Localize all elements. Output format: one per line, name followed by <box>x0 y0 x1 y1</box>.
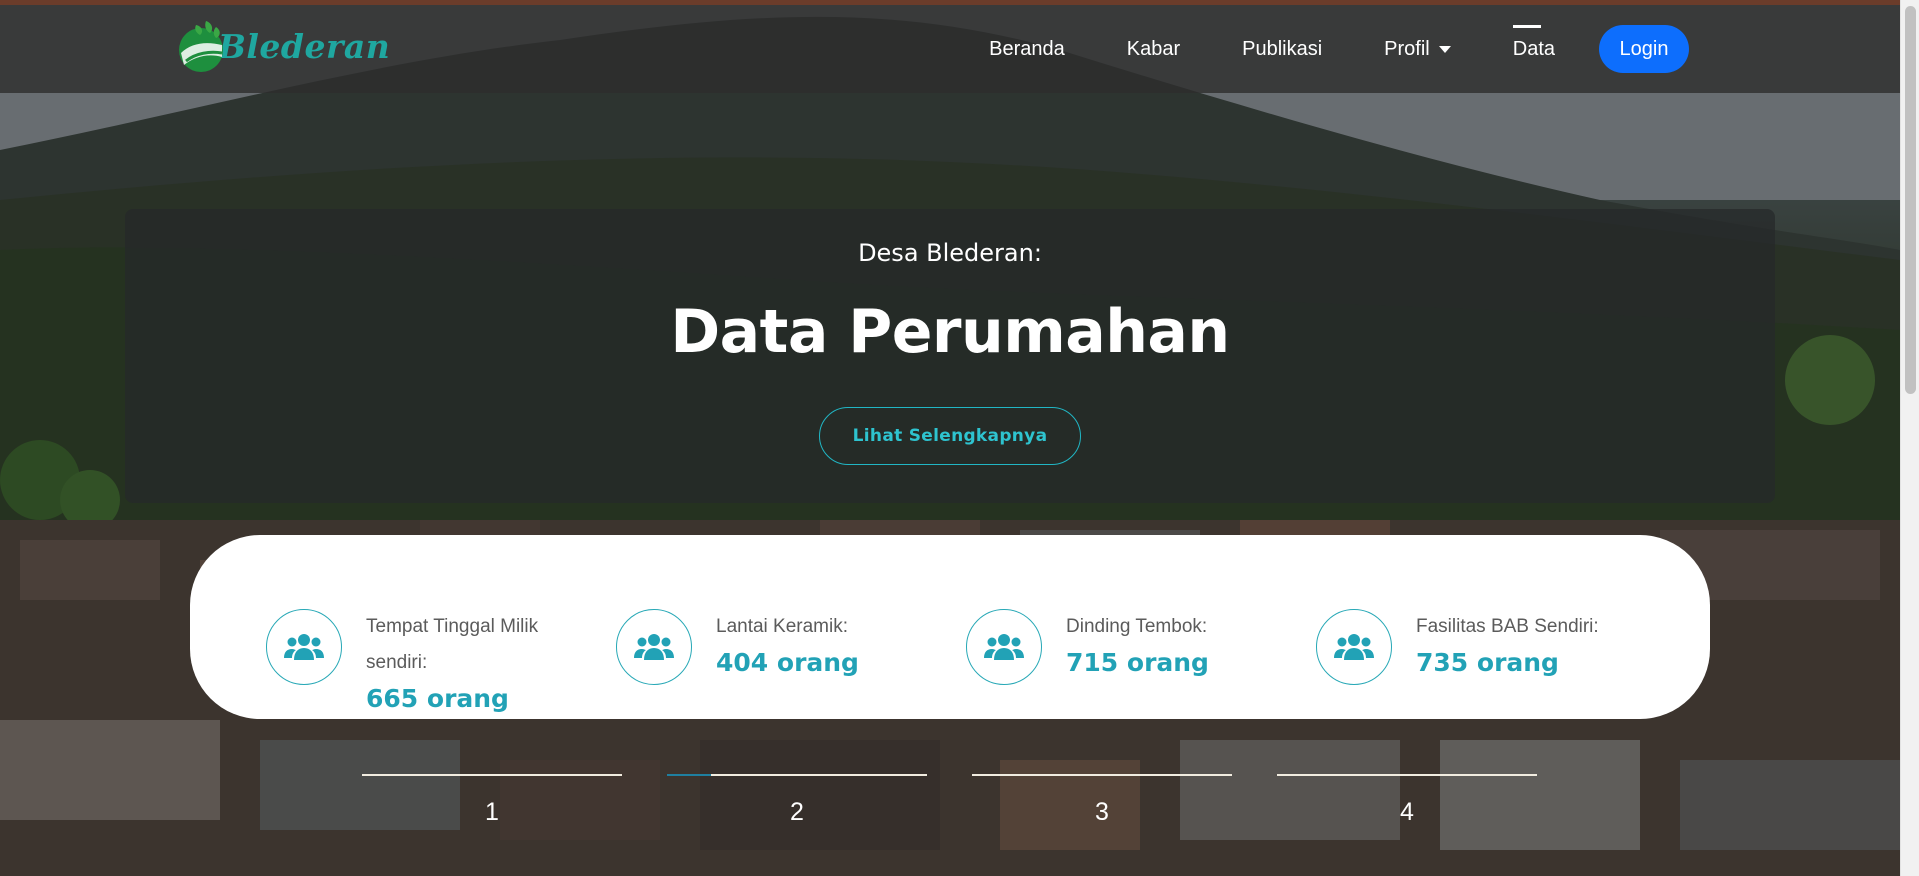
indicator-number: 3 <box>1095 798 1109 826</box>
indicator-number: 4 <box>1400 798 1414 826</box>
stats-card: Tempat Tinggal Milik sendiri: 665 orang … <box>190 535 1710 719</box>
indicator-number: 1 <box>485 798 499 826</box>
hero-panel: Desa Blederan: Data Perumahan Lihat Sele… <box>125 209 1775 503</box>
nav-item-data[interactable]: Data <box>1512 24 1555 61</box>
caret-down-icon <box>1438 45 1451 53</box>
nav-menu: Beranda Kabar Publikasi Profil Data Logi… <box>989 24 1689 73</box>
scrollbar-thumb[interactable] <box>1905 6 1916 394</box>
top-accent-line <box>0 0 1900 5</box>
nav-item-label: Beranda <box>989 37 1065 60</box>
page-scrollbar[interactable] <box>1900 0 1919 876</box>
logo-leaf-icon <box>176 17 226 75</box>
nav-item-label: Kabar <box>1126 37 1181 60</box>
stat-label: Lantai Keramik: <box>716 616 849 637</box>
indicator-progress <box>667 774 712 776</box>
users-icon <box>616 609 692 685</box>
nav-item-label: Data <box>1512 37 1555 60</box>
nav-item-publikasi[interactable]: Publikasi <box>1242 38 1322 61</box>
stat-value: 735 orang <box>1416 648 1559 677</box>
page-title: Data Perumahan <box>670 297 1230 367</box>
stat-value: 715 orang <box>1066 648 1209 677</box>
stat-label: Tempat Tinggal Milik sendiri: <box>366 616 539 673</box>
nav-item-label: Profil <box>1384 37 1430 60</box>
stat-label: Fasilitas BAB Sendiri: <box>1416 616 1599 637</box>
nav-item-kabar[interactable]: Kabar <box>1127 38 1180 61</box>
carousel-indicator-3[interactable] <box>972 774 1232 776</box>
users-icon <box>266 609 342 685</box>
nav-item-beranda[interactable]: Beranda <box>989 38 1065 61</box>
brand-logo[interactable]: Blederan <box>176 13 390 79</box>
hero-subtitle: Desa Blederan: <box>858 239 1042 267</box>
users-icon <box>1316 609 1392 685</box>
indicator-number: 2 <box>790 798 804 826</box>
carousel-indicator-1[interactable] <box>362 774 622 776</box>
nav-item-profil-dropdown[interactable]: Profil <box>1384 38 1451 61</box>
stat-label: Dinding Tembok: <box>1066 616 1208 637</box>
carousel-indicator-2[interactable] <box>667 774 927 776</box>
nav-item-label: Publikasi <box>1242 37 1323 60</box>
login-button[interactable]: Login <box>1599 25 1689 73</box>
stat-value: 404 orang <box>716 648 859 677</box>
users-icon <box>966 609 1042 685</box>
navbar: Blederan Beranda Kabar Publikasi Profil … <box>0 5 1900 93</box>
carousel-indicator-4[interactable] <box>1277 774 1537 776</box>
see-more-button[interactable]: Lihat Selengkapnya <box>819 407 1081 465</box>
brand-name: Blederan <box>218 26 391 66</box>
stat-value: 665 orang <box>366 684 509 713</box>
